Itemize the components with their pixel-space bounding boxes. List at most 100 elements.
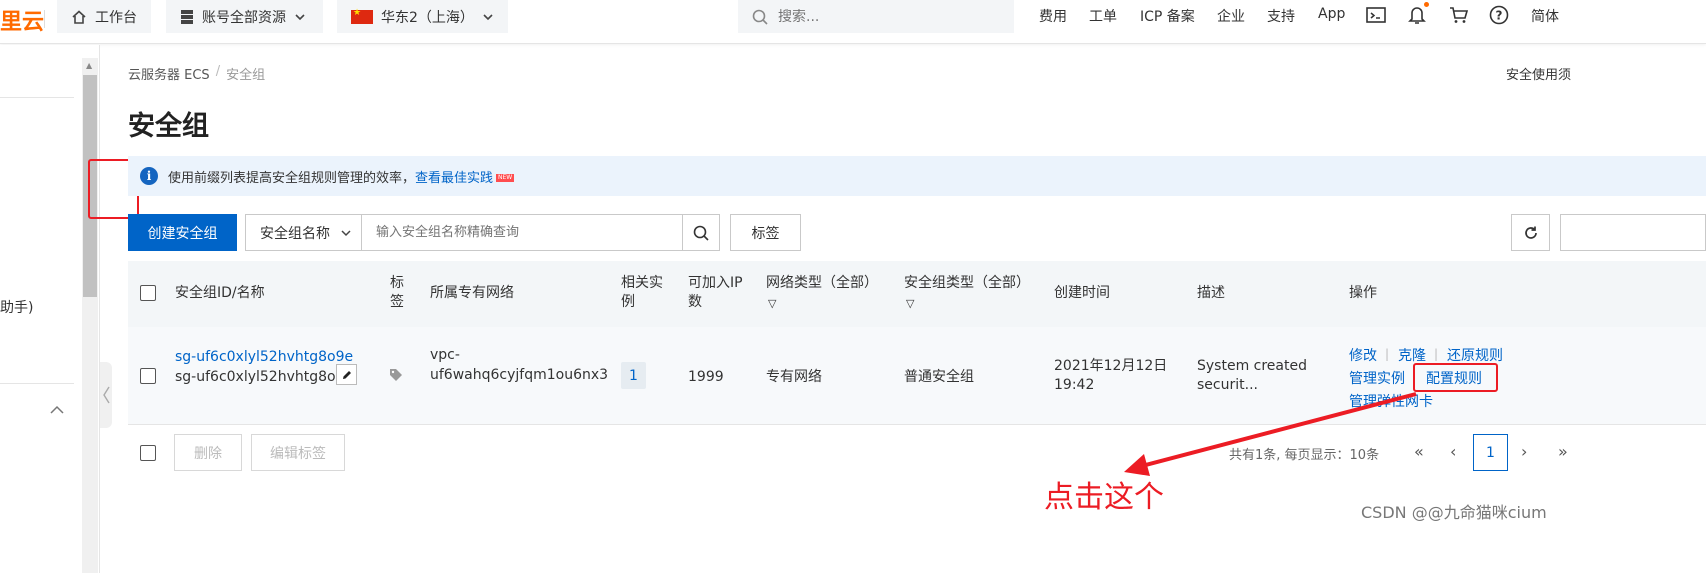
info-message: 使用前缀列表提高安全组规则管理的效率， <box>168 170 416 186</box>
workbench-label: 工作台 <box>95 9 137 26</box>
sidebar-divider <box>0 383 74 384</box>
security-group-id-link[interactable]: sg-uf6c0xlyl52hvhtg8o9e <box>175 348 353 367</box>
security-group-name: sg-uf6c0xlyl52hvhtg8o9... <box>175 369 358 385</box>
home-icon <box>72 9 86 24</box>
search-icon <box>752 9 768 25</box>
header-created: 创建时间 <box>1054 285 1110 301</box>
ip-count: 1999 <box>688 369 724 385</box>
best-practice-link[interactable]: 查看最佳实践 <box>415 171 493 186</box>
chevron-up-icon[interactable] <box>50 405 64 415</box>
header-instances-line2: 例 <box>621 294 635 310</box>
terminal-icon[interactable] <box>1365 4 1387 26</box>
table-header <box>128 261 1706 327</box>
prev-page-button[interactable]: ‹ <box>1450 442 1456 461</box>
nav-support[interactable]: 支持 <box>1267 6 1295 26</box>
sidebar-divider <box>0 97 74 98</box>
vpc-id-line1: vpc- <box>430 347 460 363</box>
top-bar: 里云 工作台 账号全部资源 华东2（上海） 费用 工单 ICP 备案 企业 支持… <box>0 0 1706 44</box>
header-id-name: 安全组ID/名称 <box>175 285 265 301</box>
chevron-down-icon <box>341 229 351 236</box>
global-search[interactable] <box>738 0 1014 33</box>
chevron-down-icon <box>295 13 305 20</box>
created-date: 2021年12月12日 <box>1054 358 1168 374</box>
workbench-button[interactable]: 工作台 <box>57 0 151 33</box>
clone-link[interactable]: 克隆 <box>1398 345 1426 365</box>
breadcrumb-current: 安全组 <box>226 68 266 83</box>
tag-icon[interactable] <box>389 368 403 386</box>
region-label: 华东2（上海） <box>381 9 474 26</box>
chevron-down-icon <box>483 13 493 20</box>
nav-enterprise[interactable]: 企业 <box>1217 6 1245 26</box>
search-icon <box>693 225 709 241</box>
aliyun-logo[interactable]: 里云 <box>0 4 44 36</box>
header-ip-line1: 可加入IP <box>688 275 743 291</box>
info-banner: i 使用前缀列表提高安全组规则管理的效率，查看最佳实践 NEW <box>128 156 1706 196</box>
row-checkbox[interactable] <box>140 368 156 384</box>
description-line1: System created <box>1197 358 1307 374</box>
modify-link[interactable]: 修改 <box>1349 345 1377 365</box>
breadcrumb-ecs[interactable]: 云服务器 ECS <box>128 64 210 83</box>
scroll-up-arrow-icon[interactable]: ▲ <box>86 61 92 70</box>
edit-name-icon[interactable] <box>336 364 357 385</box>
security-group-search-input[interactable] <box>361 214 683 251</box>
new-badge: NEW <box>496 174 515 182</box>
restore-rules-link[interactable]: 还原规则 <box>1447 345 1503 365</box>
tag-filter-button[interactable]: 标签 <box>730 214 801 251</box>
header-ip-line2: 数 <box>688 294 702 310</box>
global-search-input[interactable] <box>778 8 978 25</box>
chevron-left-icon <box>103 386 110 404</box>
help-icon[interactable]: ? <box>1488 4 1510 26</box>
info-icon: i <box>140 167 158 185</box>
select-all-checkbox[interactable] <box>140 285 156 301</box>
nav-icp[interactable]: ICP 备案 <box>1140 6 1195 26</box>
header-description: 描述 <box>1197 285 1225 301</box>
server-icon <box>181 9 193 24</box>
action-separator: | <box>1434 347 1439 361</box>
notification-bell-icon[interactable] <box>1406 2 1429 26</box>
annotation-text: 点击这个 <box>1044 480 1164 515</box>
sidebar-item-assistant[interactable]: 助手) <box>0 297 33 317</box>
region-dropdown[interactable]: 华东2（上海） <box>337 0 508 33</box>
filter-funnel-icon[interactable]: ▽ <box>906 294 914 313</box>
instances-count-badge[interactable]: 1 <box>621 362 646 389</box>
notification-dot <box>1424 2 1429 7</box>
page-title: 安全组 <box>128 111 209 142</box>
sidebar-collapse-toggle[interactable] <box>100 362 112 428</box>
nav-tickets[interactable]: 工单 <box>1089 6 1117 26</box>
security-usage-link[interactable]: 安全使用须 <box>1506 64 1571 83</box>
resources-label: 账号全部资源 <box>202 9 286 26</box>
header-instances-line1: 相关实 <box>621 275 663 291</box>
china-flag-icon <box>351 8 373 24</box>
next-page-button[interactable]: › <box>1521 442 1527 461</box>
header-actions: 操作 <box>1349 285 1377 301</box>
cart-icon[interactable] <box>1448 4 1470 26</box>
header-network-type[interactable]: 网络类型（全部） <box>766 274 878 293</box>
resources-dropdown[interactable]: 账号全部资源 <box>166 0 323 33</box>
header-vpc: 所属专有网络 <box>430 285 514 301</box>
nav-billing[interactable]: 费用 <box>1039 6 1067 26</box>
header-tag-line1: 标 <box>390 275 404 291</box>
sg-type: 普通安全组 <box>904 369 974 385</box>
filter-funnel-icon[interactable]: ▽ <box>768 294 776 313</box>
annotation-arrow-icon <box>1124 392 1417 476</box>
svg-text:?: ? <box>1496 9 1503 23</box>
filter-field-label: 安全组名称 <box>260 225 330 242</box>
filter-field-select[interactable]: 安全组名称 <box>245 214 362 251</box>
delete-button[interactable]: 删除 <box>174 434 242 471</box>
refresh-button[interactable] <box>1511 214 1550 251</box>
language-switch[interactable]: 简体 <box>1531 6 1559 26</box>
settings-button[interactable] <box>1560 214 1706 251</box>
vpc-id-line2: uf6wahq6cyjfqm1ou6nx3 <box>430 367 609 383</box>
last-page-button[interactable]: » <box>1558 442 1568 461</box>
created-time: 19:42 <box>1054 377 1095 393</box>
info-text: 使用前缀列表提高安全组规则管理的效率，查看最佳实践 NEW <box>168 167 515 186</box>
network-type: 专有网络 <box>766 369 822 385</box>
edit-tags-button[interactable]: 编辑标签 <box>251 434 345 471</box>
search-button[interactable] <box>682 214 720 251</box>
current-page-button[interactable]: 1 <box>1473 434 1508 471</box>
header-sg-type[interactable]: 安全组类型（全部） <box>904 274 1030 293</box>
watermark: CSDN @@九命猫咪cium <box>1361 503 1547 522</box>
footer-select-all-checkbox[interactable] <box>140 445 156 461</box>
nav-app[interactable]: App <box>1318 6 1345 22</box>
create-security-group-button[interactable]: 创建安全组 <box>128 214 237 251</box>
